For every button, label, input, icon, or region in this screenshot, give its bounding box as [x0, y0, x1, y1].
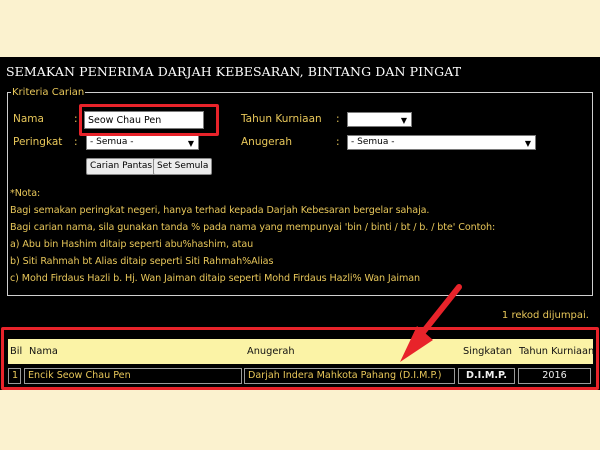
page-title: SEMAKAN PENERIMA DARJAH KEBESARAN, BINTA… [6, 64, 462, 79]
note-line: c) Mohd Firdaus Hazli b. Hj. Wan Jaiman … [10, 273, 421, 284]
note-line: b) Siti Rahmah bt Alias ditaip seperti S… [10, 256, 274, 267]
tahun-kurniaan-select[interactable]: ▼ [347, 112, 412, 127]
name-input-highlight [79, 104, 219, 136]
nama-colon: : [74, 113, 78, 125]
note-line: Bagi semakan peringkat negeri, hanya ter… [10, 205, 430, 216]
peringkat-select[interactable]: - Semua - ▼ [86, 135, 199, 150]
chevron-down-icon: ▼ [400, 116, 407, 125]
anugerah-select-value: - Semua - [351, 137, 395, 147]
note-heading: *Nota: [10, 188, 41, 199]
carian-pantas-button[interactable]: Carian Pantas [86, 158, 157, 175]
note-line: a) Abu bin Hashim ditaip seperti abu%has… [10, 239, 254, 250]
result-count: 1 rekod dijumpai. [501, 310, 589, 321]
chevron-down-icon: ▼ [524, 139, 531, 148]
anugerah-label: Anugerah [241, 136, 293, 148]
results-highlight [1, 327, 599, 390]
criteria-legend: Kriteria Carian [11, 87, 86, 99]
anugerah-select[interactable]: - Semua - ▼ [347, 135, 536, 150]
tahun-kurniaan-label: Tahun Kurniaan [241, 113, 322, 125]
nama-label: Nama [13, 113, 44, 125]
note-line: Bagi carian nama, sila gunakan tanda % p… [10, 222, 496, 233]
tahun-colon: : [336, 113, 340, 125]
peringkat-colon: : [74, 136, 78, 148]
peringkat-select-value: - Semua - [90, 137, 134, 147]
set-semula-button[interactable]: Set Semula [153, 158, 213, 175]
anugerah-colon: : [336, 136, 340, 148]
peringkat-label: Peringkat [13, 136, 63, 148]
chevron-down-icon: ▼ [187, 139, 194, 148]
